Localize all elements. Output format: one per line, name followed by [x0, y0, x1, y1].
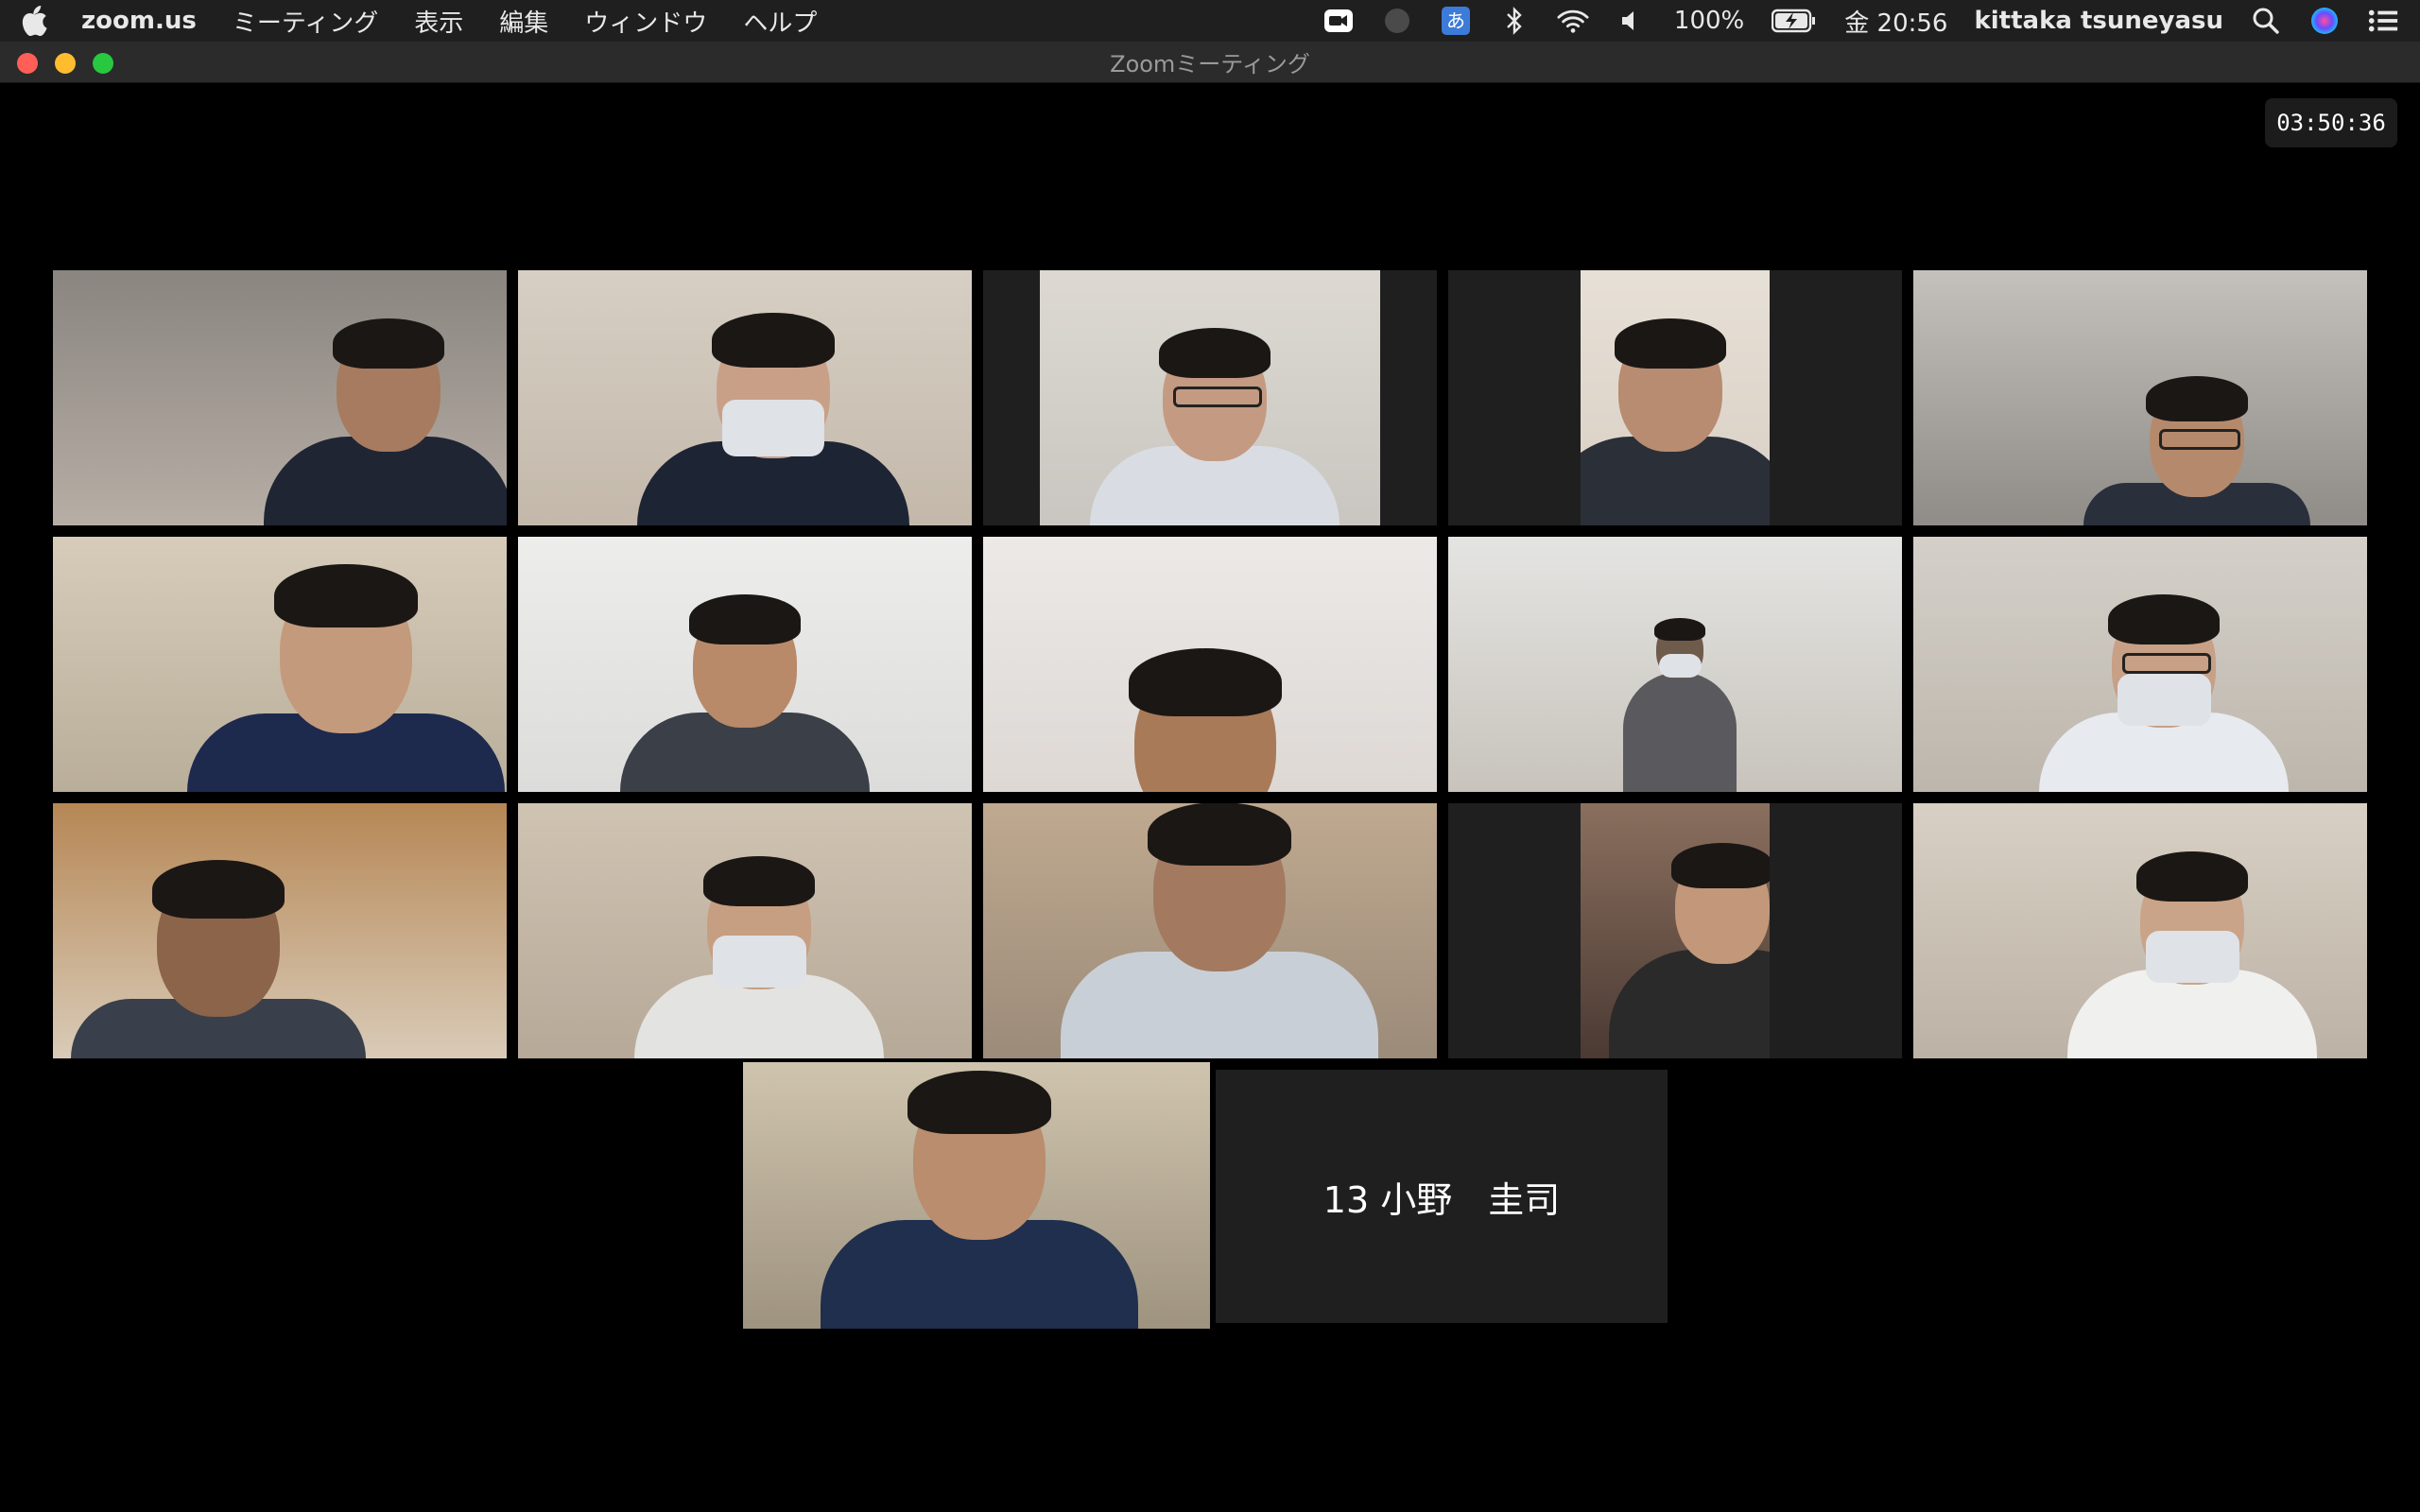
app-menu-zoom[interactable]: zoom.us	[81, 7, 197, 35]
participant-figure	[518, 270, 972, 525]
participant-name: 13 小野 圭司	[1322, 1178, 1561, 1221]
status-area: あ 100% 金 20:56 kittaka tsuneyasu	[1322, 4, 2399, 39]
close-window-button[interactable]	[17, 53, 38, 74]
participant-video-tile[interactable]	[53, 803, 507, 1058]
participant-video-tile[interactable]	[1913, 270, 2367, 525]
siri-icon[interactable]	[2308, 5, 2341, 37]
input-method-label: あ	[1446, 9, 1465, 32]
participant-video-tile[interactable]	[518, 270, 972, 525]
apple-icon[interactable]	[21, 5, 49, 37]
menu-view[interactable]: 表示	[414, 4, 463, 39]
video-feed	[1913, 270, 2367, 525]
video-feed	[1448, 537, 1902, 792]
input-method-icon[interactable]: あ	[1440, 5, 1472, 37]
participant-figure	[518, 537, 972, 792]
participant-video-active-speaker[interactable]	[743, 1062, 1210, 1329]
user-name[interactable]: kittaka tsuneyasu	[1974, 7, 2223, 35]
battery-charging-icon[interactable]	[1771, 5, 1818, 37]
participant-video-tile[interactable]	[983, 803, 1437, 1058]
participant-figure	[1581, 803, 1770, 1058]
battery-percentage: 100%	[1673, 7, 1745, 35]
participant-video-tile[interactable]	[1448, 270, 1902, 525]
zoom-camera-icon[interactable]	[1322, 5, 1355, 37]
participant-figure	[1913, 270, 2367, 525]
shutter-icon[interactable]	[1381, 5, 1413, 37]
participant-tile-name-only[interactable]: 13 小野 圭司	[1216, 1070, 1668, 1323]
participant-video-tile[interactable]	[983, 537, 1437, 792]
participant-figure	[983, 803, 1437, 1058]
video-feed	[743, 1062, 1210, 1329]
meeting-timer: 03:50:36	[2265, 98, 2397, 147]
menu-meeting[interactable]: ミーティング	[233, 4, 378, 39]
menu-help[interactable]: ヘルプ	[743, 4, 817, 39]
video-feed	[1913, 803, 2367, 1058]
video-feed	[1581, 270, 1770, 525]
video-feed	[53, 270, 507, 525]
video-feed	[53, 803, 507, 1058]
video-feed	[1581, 803, 1770, 1058]
participant-figure	[983, 537, 1437, 792]
window-title-bar[interactable]: Zoomミーティング	[0, 42, 2420, 83]
participant-figure	[1913, 537, 2367, 792]
participant-video-tile[interactable]	[53, 537, 507, 792]
bluetooth-icon[interactable]	[1498, 5, 1530, 37]
menu-bar: zoom.us ミーティング 表示 編集 ウィンドウ ヘルプ あ 100% 金 …	[0, 0, 2420, 42]
window-title: Zoomミーティング	[1110, 51, 1310, 77]
participant-figure	[1040, 270, 1380, 525]
participant-video-tile[interactable]	[1448, 537, 1902, 792]
participant-video-tile[interactable]	[53, 270, 507, 525]
participant-video-tile[interactable]	[1913, 537, 2367, 792]
search-icon[interactable]	[2250, 5, 2282, 37]
wifi-icon[interactable]	[1557, 5, 1589, 37]
menu-edit[interactable]: 編集	[499, 4, 548, 39]
participant-figure	[53, 803, 507, 1058]
participant-figure	[53, 270, 507, 525]
participant-figure	[1913, 803, 2367, 1058]
participant-figure	[743, 1062, 1210, 1329]
participant-figure	[518, 803, 972, 1058]
volume-icon[interactable]	[1616, 5, 1648, 37]
participant-video-tile[interactable]	[983, 270, 1437, 525]
video-feed	[983, 537, 1437, 792]
video-feed	[1913, 537, 2367, 792]
participant-video-tile[interactable]	[518, 803, 972, 1058]
fullscreen-window-button[interactable]	[93, 53, 113, 74]
menu-window[interactable]: ウィンドウ	[584, 4, 707, 39]
participant-figure	[1448, 537, 1902, 792]
window-controls	[17, 53, 113, 74]
video-feed	[518, 537, 972, 792]
menubar-clock[interactable]: 金 20:56	[1844, 4, 1947, 39]
participant-figure	[53, 537, 507, 792]
minimize-window-button[interactable]	[55, 53, 76, 74]
control-center-icon[interactable]	[2367, 5, 2399, 37]
participant-video-tile[interactable]	[1448, 803, 1902, 1058]
video-feed	[53, 537, 507, 792]
video-feed	[518, 270, 972, 525]
participant-figure	[1581, 270, 1770, 525]
participant-video-tile[interactable]	[1913, 803, 2367, 1058]
video-feed	[518, 803, 972, 1058]
video-feed	[1040, 270, 1380, 525]
video-feed	[983, 803, 1437, 1058]
participant-video-tile[interactable]	[518, 537, 972, 792]
